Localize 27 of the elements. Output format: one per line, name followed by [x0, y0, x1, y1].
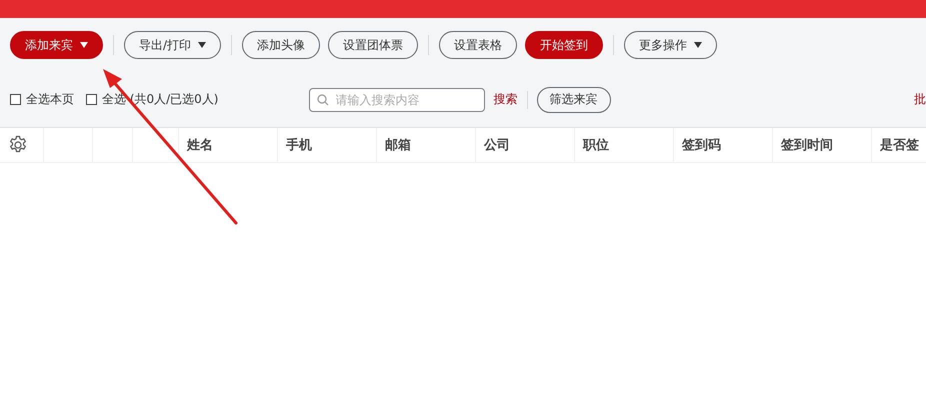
column-header: 姓名 — [187, 137, 213, 154]
toolbar-button[interactable]: 开始签到 — [525, 31, 604, 59]
caret-icon — [80, 42, 88, 48]
toolbar-button[interactable]: 添加头像 — [242, 31, 320, 59]
checkbox[interactable] — [86, 94, 97, 105]
toolbar-button[interactable]: 添加来宾 — [10, 31, 103, 59]
checkbox-label: 全选本页 — [26, 91, 74, 108]
caret-icon — [198, 42, 206, 48]
batch-link[interactable]: 批 — [914, 91, 926, 108]
column-header: 公司 — [484, 137, 510, 154]
column-header: 是否签 — [880, 137, 919, 154]
toolbar-button[interactable]: 设置表格 — [439, 31, 518, 59]
search-icon — [316, 94, 328, 106]
search-link[interactable]: 搜索 — [494, 91, 518, 108]
checkbox[interactable] — [10, 94, 21, 105]
search-field[interactable]: 请输入搜索内容 — [308, 88, 484, 112]
toolbar-button[interactable]: 更多操作 — [624, 31, 718, 59]
column-header: 职位 — [583, 137, 609, 154]
filter-button[interactable]: 筛选来宾 — [536, 86, 610, 112]
settings-icon[interactable] — [8, 135, 28, 155]
column-header: 邮箱 — [385, 137, 411, 154]
toolbar-button[interactable]: 导出/打印 — [124, 31, 222, 59]
caret-icon — [694, 42, 702, 48]
column-header: 签到码 — [682, 137, 721, 154]
toolbar-button[interactable]: 设置团体票 — [328, 31, 418, 59]
column-header: 签到时间 — [781, 137, 833, 154]
column-header: 手机 — [286, 136, 312, 154]
